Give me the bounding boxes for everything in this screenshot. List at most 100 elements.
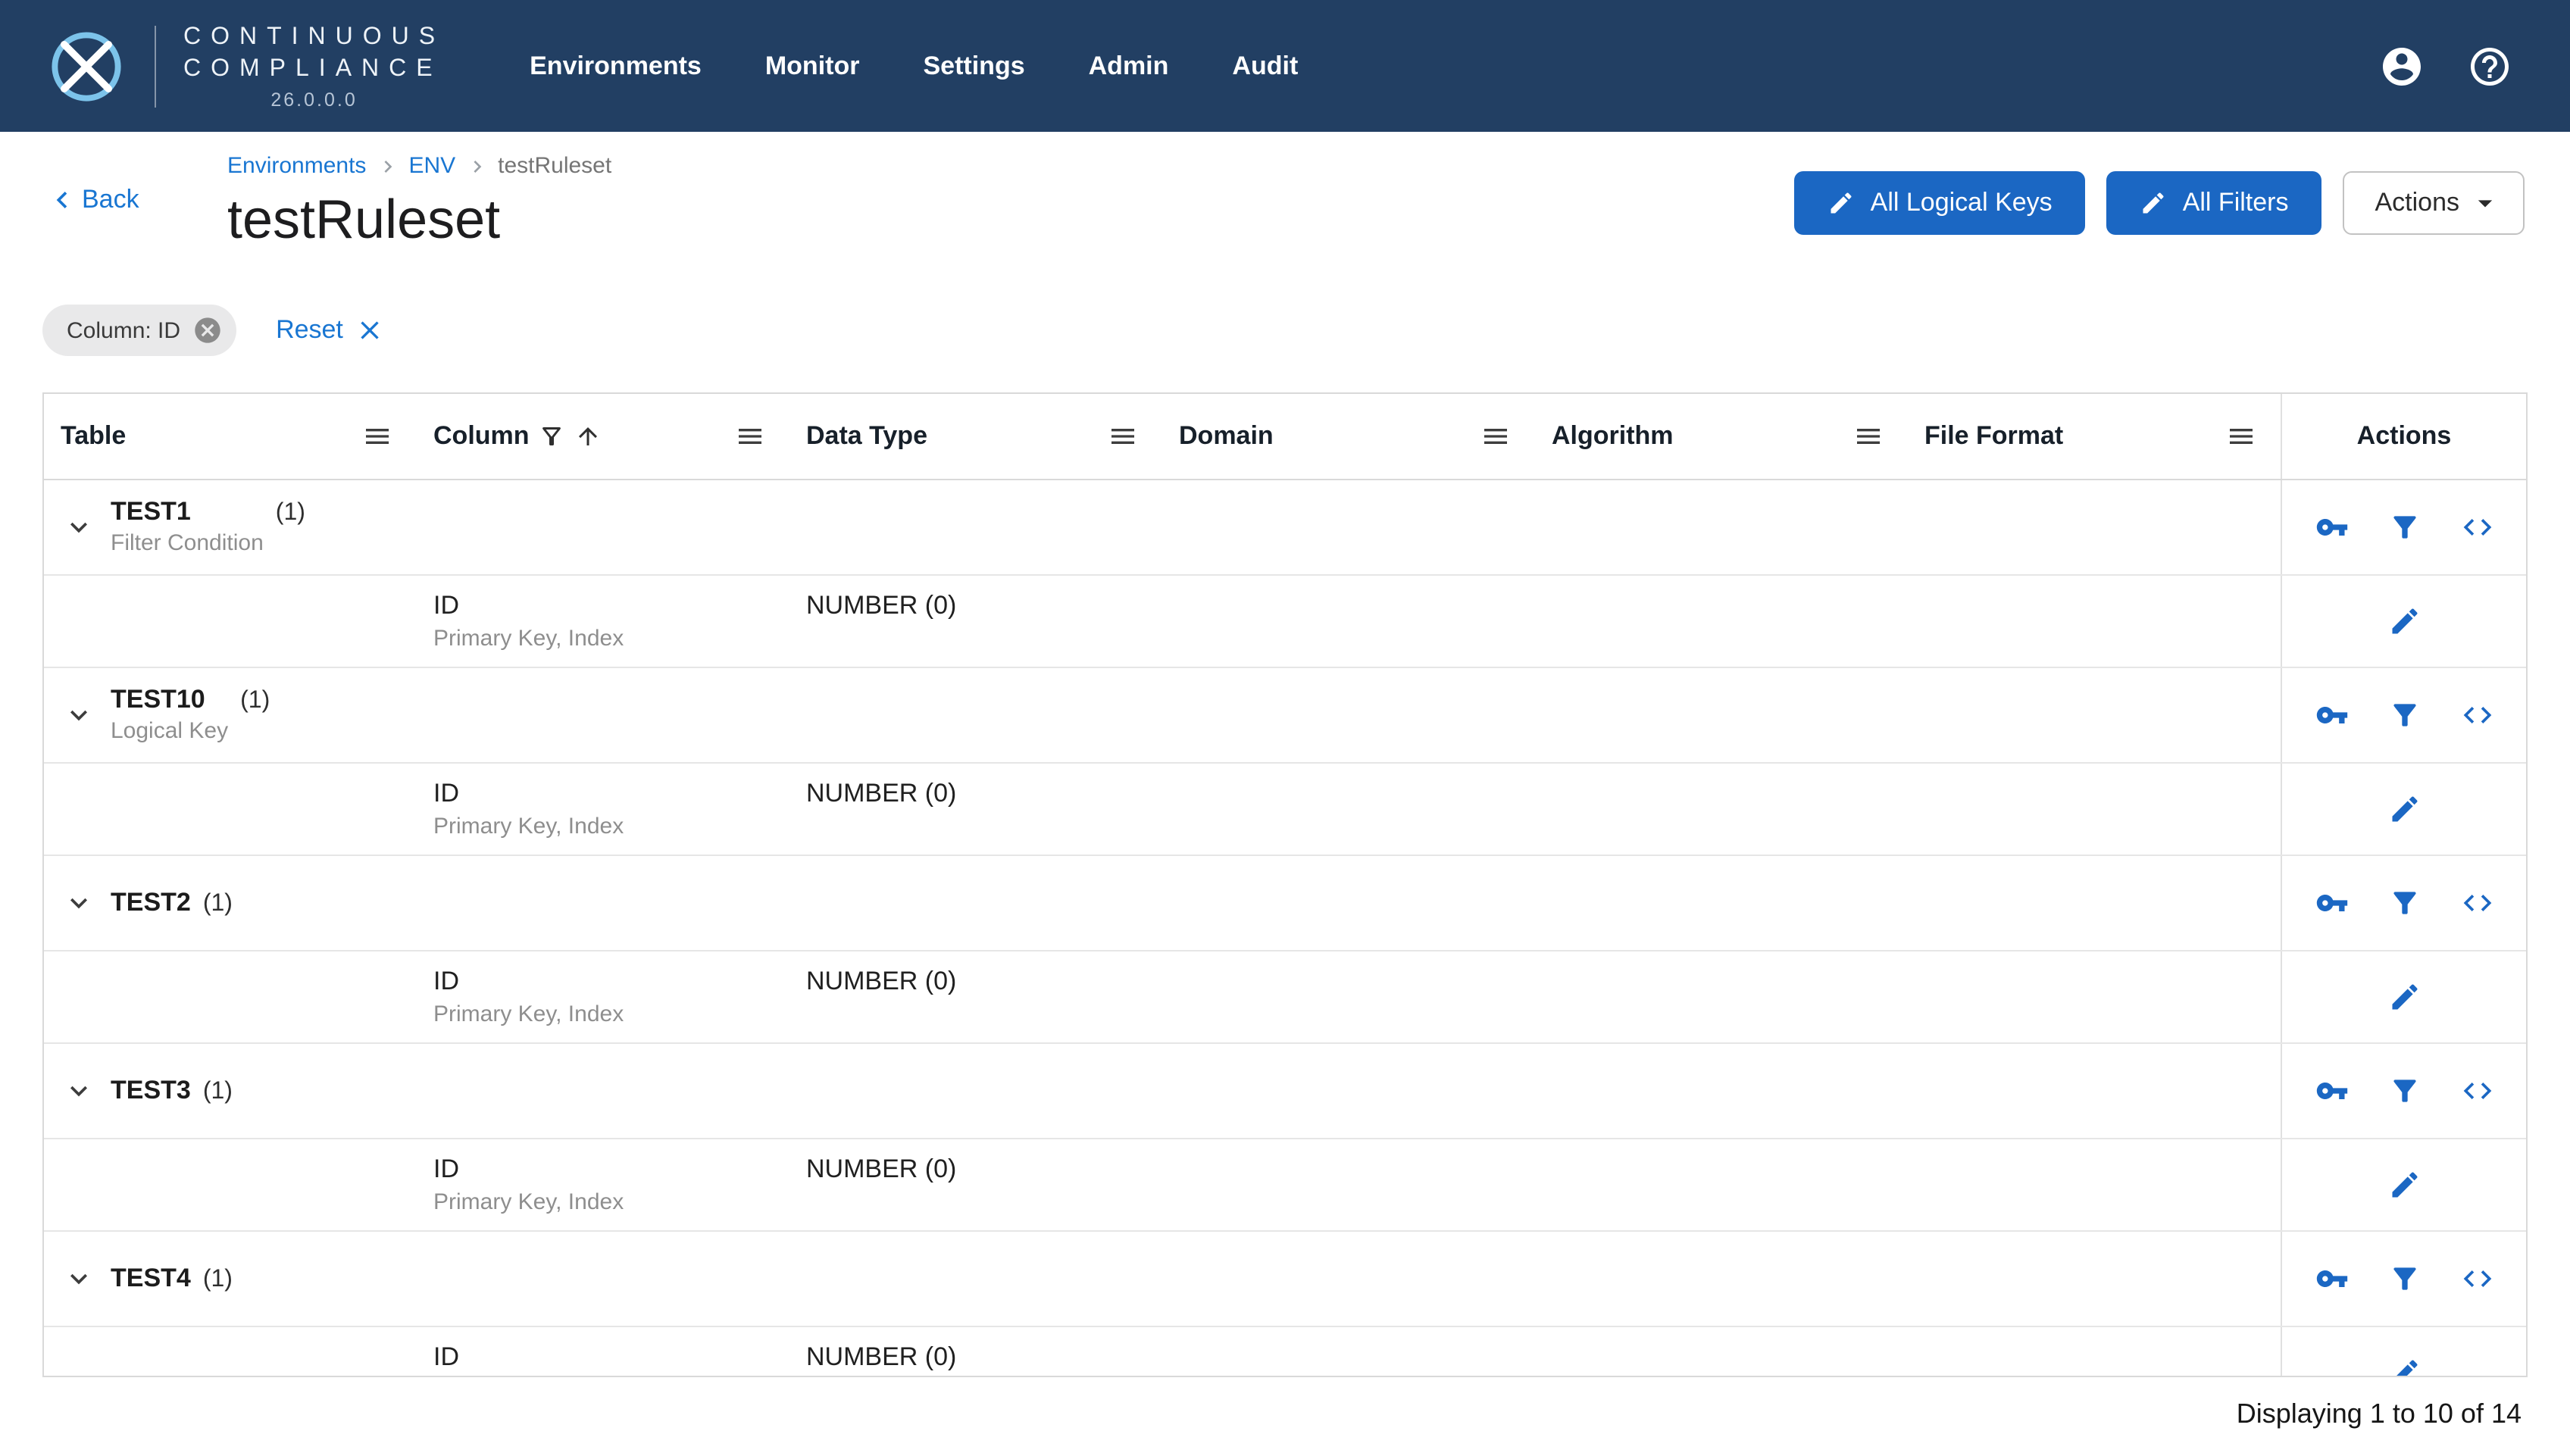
table-count: (1) [202, 891, 233, 917]
all-filters-button[interactable]: All Filters [2106, 171, 2322, 235]
close-icon[interactable] [355, 315, 386, 345]
sort-ascending-icon[interactable] [575, 423, 602, 450]
brand[interactable]: CONTINUOUS COMPLIANCE 26.0.0.0 [0, 21, 445, 111]
navbar-right [2379, 43, 2570, 89]
code-button[interactable] [2460, 698, 2493, 732]
account-icon[interactable] [2379, 43, 2425, 89]
column-menu-icon[interactable] [735, 421, 765, 451]
filter-button[interactable] [2387, 698, 2421, 732]
filter-active-icon[interactable] [539, 423, 566, 450]
chevron-left-icon[interactable] [45, 183, 79, 216]
back-label: Back [82, 184, 139, 213]
row-actions [2281, 764, 2526, 855]
edit-column-button[interactable] [2387, 1356, 2421, 1377]
filter-icon[interactable] [2387, 886, 2421, 920]
filter-icon[interactable] [2387, 511, 2421, 544]
table-column-row: ID Primary Key, Index NUMBER (0) [44, 951, 2526, 1044]
header-label: Algorithm [1552, 421, 1674, 450]
code-icon[interactable] [2460, 511, 2493, 544]
breadcrumb: Environments ENV testRuleset [227, 153, 1795, 179]
code-icon[interactable] [2460, 698, 2493, 732]
actions-dropdown-button[interactable]: Actions [2343, 171, 2525, 235]
reset-filters-link[interactable]: Reset [276, 315, 386, 345]
pencil-icon[interactable] [2387, 1356, 2421, 1377]
header-label: Actions [2356, 421, 2452, 450]
pencil-icon[interactable] [2387, 792, 2421, 826]
nav-item-environments[interactable]: Environments [530, 51, 702, 81]
edit-column-button[interactable] [2387, 1168, 2421, 1201]
table-group-row: TEST10 (1) Logical Key [44, 668, 2526, 764]
column-menu-icon[interactable] [1480, 421, 1511, 451]
code-button[interactable] [2460, 1074, 2493, 1108]
group-actions [2281, 668, 2526, 762]
filter-button[interactable] [2387, 1074, 2421, 1108]
edit-column-button[interactable] [2387, 605, 2421, 638]
key-icon[interactable] [2315, 511, 2348, 544]
table-name: TEST10 [111, 685, 205, 714]
pencil-icon[interactable] [2387, 1168, 2421, 1201]
breadcrumb-current: testRuleset [498, 153, 612, 179]
filter-button[interactable] [2387, 1262, 2421, 1295]
data-type-value: NUMBER (0) [806, 967, 957, 995]
table-count: (1) [202, 1079, 233, 1104]
filter-icon[interactable] [2387, 1074, 2421, 1108]
logical-key-button[interactable] [2315, 1262, 2348, 1295]
column-menu-icon[interactable] [2226, 421, 2256, 451]
filter-button[interactable] [2387, 511, 2421, 544]
logical-key-button[interactable] [2315, 886, 2348, 920]
edit-column-button[interactable] [2387, 792, 2421, 826]
nav-item-monitor[interactable]: Monitor [765, 51, 860, 81]
data-type-value: NUMBER (0) [806, 779, 957, 808]
header-label: Column [433, 421, 530, 450]
edit-column-button[interactable] [2387, 980, 2421, 1014]
back-link[interactable]: Back [45, 183, 139, 216]
row-actions [2281, 576, 2526, 667]
pencil-icon[interactable] [2387, 980, 2421, 1014]
logical-key-button[interactable] [2315, 1074, 2348, 1108]
expand-row-icon[interactable] [62, 886, 95, 920]
nav-item-admin[interactable]: Admin [1089, 51, 1169, 81]
code-button[interactable] [2460, 1262, 2493, 1295]
filter-bar: Column: ID Reset [42, 305, 2525, 356]
filter-button[interactable] [2387, 886, 2421, 920]
data-type-value: NUMBER (0) [806, 1342, 957, 1371]
code-button[interactable] [2460, 886, 2493, 920]
nav-item-audit[interactable]: Audit [1232, 51, 1298, 81]
breadcrumb-environments[interactable]: Environments [227, 153, 366, 179]
help-icon[interactable] [2467, 43, 2512, 89]
filter-icon[interactable] [2387, 698, 2421, 732]
column-detail: Primary Key, Index [433, 1376, 789, 1377]
column-menu-icon[interactable] [1853, 421, 1884, 451]
remove-filter-icon[interactable] [192, 315, 223, 345]
logical-key-button[interactable] [2315, 511, 2348, 544]
key-icon[interactable] [2315, 1074, 2348, 1108]
group-actions [2281, 480, 2526, 574]
filter-icon[interactable] [2387, 1262, 2421, 1295]
filter-chip-label: Column: ID [67, 317, 181, 343]
code-icon[interactable] [2460, 1074, 2493, 1108]
chevron-right-icon [383, 160, 392, 172]
key-icon[interactable] [2315, 886, 2348, 920]
expand-row-icon[interactable] [62, 511, 95, 544]
key-icon[interactable] [2315, 1262, 2348, 1295]
account-button[interactable] [2379, 43, 2425, 89]
row-actions [2281, 951, 2526, 1042]
expand-row-icon[interactable] [62, 1074, 95, 1108]
nav-item-settings[interactable]: Settings [924, 51, 1025, 81]
table-count: (1) [240, 688, 270, 714]
reset-label: Reset [276, 315, 343, 344]
help-button[interactable] [2467, 43, 2512, 89]
all-logical-keys-button[interactable]: All Logical Keys [1794, 171, 2086, 235]
expand-row-icon[interactable] [62, 698, 95, 732]
column-menu-icon[interactable] [1108, 421, 1138, 451]
code-icon[interactable] [2460, 886, 2493, 920]
logical-key-button[interactable] [2315, 698, 2348, 732]
column-menu-icon[interactable] [362, 421, 392, 451]
table-name: TEST2 [111, 888, 191, 917]
code-button[interactable] [2460, 511, 2493, 544]
key-icon[interactable] [2315, 698, 2348, 732]
pencil-icon[interactable] [2387, 605, 2421, 638]
expand-row-icon[interactable] [62, 1262, 95, 1295]
breadcrumb-env[interactable]: ENV [408, 153, 455, 179]
code-icon[interactable] [2460, 1262, 2493, 1295]
